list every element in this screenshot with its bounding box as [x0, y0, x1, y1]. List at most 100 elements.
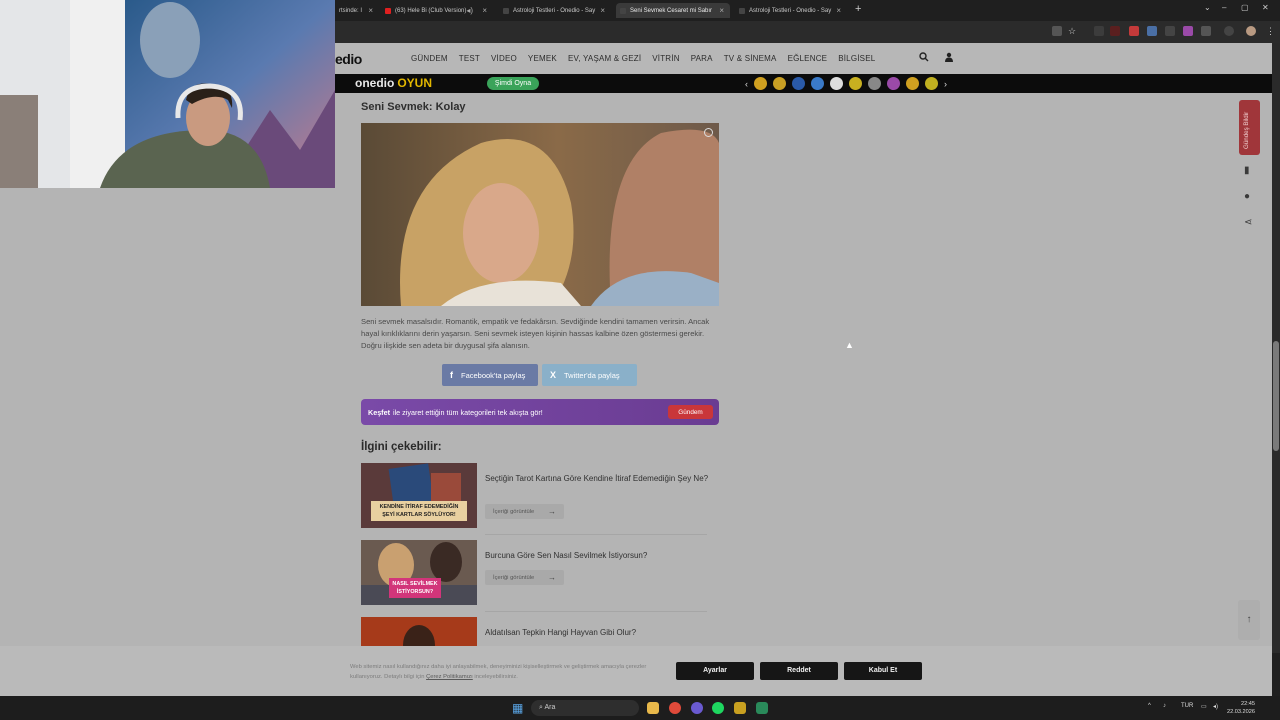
browser-tab[interactable]: Astroloji Testleri - Onedio - Say ×	[499, 3, 611, 18]
extension-icon[interactable]	[1129, 26, 1139, 36]
nav-item-gundem[interactable]: GÜNDEM	[411, 54, 448, 63]
page-scrollbar[interactable]	[1272, 43, 1280, 653]
close-window-button[interactable]: ✕	[1262, 3, 1269, 12]
browser-tab-active[interactable]: Seni Sevmek Cesaret mi Sabır ×	[616, 3, 730, 18]
nav-item-eglence[interactable]: EĞLENCE	[788, 54, 828, 63]
bookmark-icon[interactable]: ▮	[1244, 165, 1250, 176]
bookmark-star-icon[interactable]: ☆	[1068, 26, 1078, 36]
thumbnail-caption: NASIL SEVİLMEK İSTİYORSUN?	[392, 581, 438, 595]
extensions-puzzle-icon[interactable]	[1201, 26, 1211, 36]
user-icon[interactable]	[944, 52, 954, 65]
file-explorer-icon[interactable]	[647, 702, 659, 714]
game-icon[interactable]	[887, 77, 900, 90]
game-icon[interactable]	[830, 77, 843, 90]
minimize-button[interactable]: –	[1222, 3, 1226, 12]
share-twitter-label: Twitter'da paylaş	[564, 370, 620, 380]
recommendation-thumbnail[interactable]: NASIL SEVİLMEK İSTİYORSUN?	[361, 540, 477, 605]
search-icon[interactable]	[919, 52, 929, 65]
maximize-button[interactable]: ▢	[1241, 3, 1249, 12]
tab-search-icon[interactable]: ⌄	[1204, 3, 1211, 12]
app-icon[interactable]	[734, 702, 746, 714]
nav-item-vitrin[interactable]: VİTRİN	[652, 54, 679, 63]
kesfet-banner[interactable]: Keşfet ile ziyaret ettiğin tüm kategoril…	[361, 399, 719, 425]
close-icon[interactable]: ×	[600, 6, 605, 15]
nav-item-tv-sinema[interactable]: TV & SİNEMA	[724, 54, 777, 63]
share-facebook-button[interactable]: f Facebook'ta paylaş	[442, 364, 538, 386]
game-icon[interactable]	[868, 77, 881, 90]
game-icon[interactable]	[849, 77, 862, 90]
volume-icon[interactable]: ◂)	[1213, 703, 1218, 710]
game-icons-strip: ‹ ›	[745, 77, 947, 90]
play-now-button[interactable]: Şimdi Oyna	[487, 77, 539, 90]
game-icon[interactable]	[773, 77, 786, 90]
game-icon[interactable]	[754, 77, 767, 90]
game-icon[interactable]	[811, 77, 824, 90]
comments-icon[interactable]: ●	[1244, 191, 1250, 202]
game-icon[interactable]	[792, 77, 805, 90]
gundem-badge[interactable]: Gündem	[668, 405, 713, 419]
close-icon[interactable]: ×	[482, 6, 487, 15]
share-icon[interactable]: ⋖	[1244, 217, 1252, 228]
game-icon[interactable]	[925, 77, 938, 90]
view-content-button[interactable]: İçeriği görüntüle →	[485, 504, 564, 519]
taskbar-search[interactable]: ⌕ Ara	[531, 700, 639, 716]
profile-avatar[interactable]	[1246, 26, 1256, 36]
cookie-settings-button[interactable]: Ayarlar	[676, 662, 754, 680]
nav-item-para[interactable]: PARA	[691, 54, 713, 63]
nav-item-yemek[interactable]: YEMEK	[528, 54, 557, 63]
chrome-icon[interactable]	[669, 702, 681, 714]
cookie-policy-link[interactable]: Çerez Politikamızı	[426, 674, 473, 680]
recommendation-title[interactable]: Aldatılsan Tepkin Hangi Hayvan Gibi Olur…	[485, 627, 715, 639]
recommendation-title[interactable]: Seçtiğin Tarot Kartına Göre Kendine İtir…	[485, 473, 715, 485]
recommendation-title[interactable]: Burcuna Göre Sen Nasıl Sevilmek İstiyors…	[485, 550, 715, 562]
recommendation-card[interactable]: KENDİNE İTİRAF EDEMEDİĞİN ŞEYİ KARTLAR S…	[361, 463, 719, 535]
recommendation-thumbnail[interactable]: KENDİNE İTİRAF EDEMEDİĞİN ŞEYİ KARTLAR S…	[361, 463, 477, 528]
tray-chevron-icon[interactable]: ^	[1148, 703, 1151, 709]
install-app-icon[interactable]	[1052, 26, 1062, 36]
microphone-icon[interactable]: ♪	[1163, 703, 1166, 709]
pin-icon[interactable]	[704, 128, 713, 137]
youtube-icon	[385, 7, 391, 14]
view-content-button[interactable]: İçeriği görüntüle →	[485, 570, 564, 585]
nav-item-bilgisel[interactable]: BİLGİSEL	[838, 54, 875, 63]
share-twitter-button[interactable]: X Twitter'da paylaş	[542, 364, 637, 386]
share-facebook-label: Facebook'ta paylaş	[461, 370, 526, 380]
cookie-reject-button[interactable]: Reddet	[760, 662, 838, 680]
app-icon[interactable]	[756, 702, 768, 714]
nav-item-ev-yasam-gezi[interactable]: EV, YAŞAM & GEZİ	[568, 54, 641, 63]
menu-icon[interactable]: ⋮	[1266, 26, 1276, 36]
taskbar-clock[interactable]: 22:45 22.03.2026	[1227, 700, 1255, 716]
browser-tab[interactable]: rtsinde: I ×	[335, 3, 379, 18]
chevron-left-icon[interactable]: ‹	[745, 79, 748, 89]
discord-icon[interactable]	[691, 702, 703, 714]
nav-item-video[interactable]: VİDEO	[491, 54, 517, 63]
extension-icon[interactable]	[1110, 26, 1120, 36]
spotify-icon[interactable]	[712, 702, 724, 714]
new-tab-button[interactable]: +	[855, 3, 861, 15]
extension-icon[interactable]	[1183, 26, 1193, 36]
recommendation-card[interactable]: NASIL SEVİLMEK İSTİYORSUN? Burcuna Göre …	[361, 540, 719, 612]
nav-item-test[interactable]: TEST	[459, 54, 480, 63]
browser-tab[interactable]: (63) Hele Bi (Club Version) ◂) ×	[381, 3, 493, 18]
scroll-to-top-button[interactable]: ↑	[1238, 600, 1260, 640]
network-icon[interactable]: ▭	[1201, 703, 1207, 710]
speaker-icon[interactable]: ◂)	[466, 6, 473, 15]
gundem-bildir-tab[interactable]: Gündeş Bildir	[1239, 100, 1260, 155]
chevron-right-icon[interactable]: ›	[944, 79, 947, 89]
close-icon[interactable]: ×	[368, 6, 373, 15]
cookie-accept-button[interactable]: Kabul Et	[844, 662, 922, 680]
language-indicator[interactable]: TUR	[1181, 703, 1193, 709]
oyun-logo[interactable]: onedio OYUN	[355, 76, 432, 90]
extension-icon[interactable]	[1165, 26, 1175, 36]
game-icon[interactable]	[906, 77, 919, 90]
extension-icon[interactable]	[1147, 26, 1157, 36]
close-icon[interactable]: ×	[836, 6, 841, 15]
close-icon[interactable]: ×	[719, 6, 724, 15]
windows-start-icon[interactable]: ▦	[512, 701, 523, 715]
profile-avatar[interactable]	[1224, 26, 1234, 36]
scrollbar-thumb[interactable]	[1273, 341, 1279, 451]
browser-tab[interactable]: Astroloji Testleri - Onedio - Say ×	[735, 3, 847, 18]
extension-icon[interactable]	[1094, 26, 1104, 36]
tab-label: rtsinde: I	[339, 7, 363, 14]
site-logo[interactable]: edio	[335, 51, 362, 67]
